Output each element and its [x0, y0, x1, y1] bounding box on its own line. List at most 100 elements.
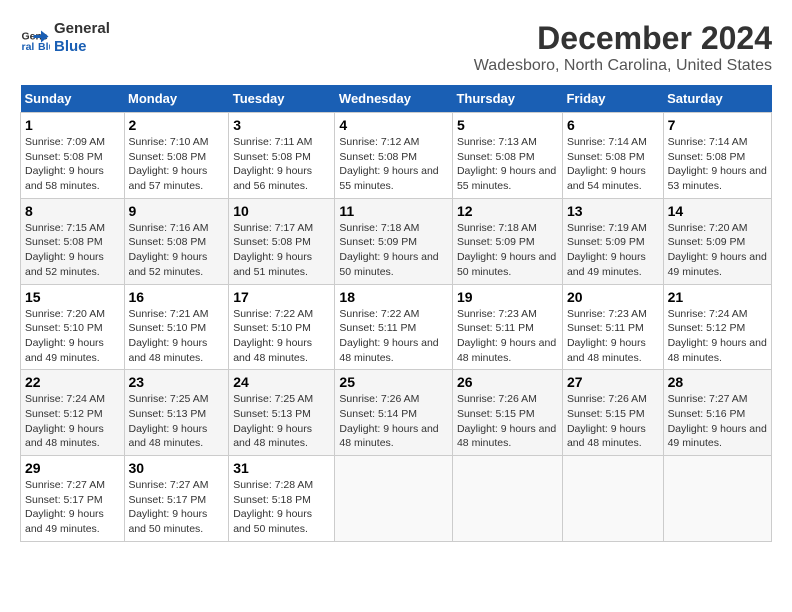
day-info: Sunrise: 7:20 AMSunset: 5:10 PMDaylight:…: [25, 307, 120, 366]
calendar-cell: 5Sunrise: 7:13 AMSunset: 5:08 PMDaylight…: [452, 113, 562, 199]
header-thursday: Thursday: [452, 85, 562, 113]
calendar-cell: 15 Sunrise: 7:20 AMSunset: 5:10 PMDayligh…: [21, 284, 125, 370]
header-tuesday: Tuesday: [229, 85, 335, 113]
day-info: Sunrise: 7:13 AMSunset: 5:08 PMDaylight:…: [457, 135, 558, 194]
day-info: Sunrise: 7:14 AMSunset: 5:08 PMDaylight:…: [567, 135, 659, 194]
calendar-week-row: 29 Sunrise: 7:27 AMSunset: 5:17 PMDayligh…: [21, 456, 772, 542]
day-number: 28: [668, 374, 767, 390]
calendar-cell: 30 Sunrise: 7:27 AMSunset: 5:17 PMDayligh…: [124, 456, 229, 542]
calendar-week-row: 22 Sunrise: 7:24 AMSunset: 5:12 PMDayligh…: [21, 370, 772, 456]
day-number: 23: [129, 374, 225, 390]
day-info: Sunrise: 7:18 AMSunset: 5:09 PMDaylight:…: [339, 221, 448, 280]
day-info: Sunrise: 7:12 AMSunset: 5:08 PMDaylight:…: [339, 135, 448, 194]
day-info: Sunrise: 7:23 AMSunset: 5:11 PMDaylight:…: [567, 307, 659, 366]
header-friday: Friday: [562, 85, 663, 113]
day-info: Sunrise: 7:20 AMSunset: 5:09 PMDaylight:…: [668, 221, 767, 280]
calendar-cell: 7 Sunrise: 7:14 AMSunset: 5:08 PMDaylight…: [663, 113, 771, 199]
calendar-table: SundayMondayTuesdayWednesdayThursdayFrid…: [20, 85, 772, 542]
day-number: 3: [233, 117, 330, 133]
day-number: 26: [457, 374, 558, 390]
day-number: 29: [25, 460, 120, 476]
calendar-cell: 23 Sunrise: 7:25 AMSunset: 5:13 PMDayligh…: [124, 370, 229, 456]
day-number: 8: [25, 203, 120, 219]
day-info: Sunrise: 7:15 AMSunset: 5:08 PMDaylight:…: [25, 221, 120, 280]
day-info: Sunrise: 7:27 AMSunset: 5:17 PMDaylight:…: [129, 478, 225, 537]
calendar-week-row: 8 Sunrise: 7:15 AMSunset: 5:08 PMDaylight…: [21, 198, 772, 284]
calendar-cell: 20 Sunrise: 7:23 AMSunset: 5:11 PMDayligh…: [562, 284, 663, 370]
day-number: 6: [567, 117, 659, 133]
day-info: Sunrise: 7:17 AMSunset: 5:08 PMDaylight:…: [233, 221, 330, 280]
day-number: 31: [233, 460, 330, 476]
day-info: Sunrise: 7:22 AMSunset: 5:11 PMDaylight:…: [339, 307, 448, 366]
day-info: Sunrise: 7:25 AMSunset: 5:13 PMDaylight:…: [233, 392, 330, 451]
header-saturday: Saturday: [663, 85, 771, 113]
day-info: Sunrise: 7:24 AMSunset: 5:12 PMDaylight:…: [668, 307, 767, 366]
logo-line2: Blue: [54, 38, 110, 56]
day-number: 4: [339, 117, 448, 133]
calendar-cell: 22 Sunrise: 7:24 AMSunset: 5:12 PMDayligh…: [21, 370, 125, 456]
calendar-cell: 21 Sunrise: 7:24 AMSunset: 5:12 PMDayligh…: [663, 284, 771, 370]
calendar-cell: 26 Sunrise: 7:26 AMSunset: 5:15 PMDayligh…: [452, 370, 562, 456]
day-info: Sunrise: 7:10 AMSunset: 5:08 PMDaylight:…: [129, 135, 225, 194]
day-info: Sunrise: 7:25 AMSunset: 5:13 PMDaylight:…: [129, 392, 225, 451]
day-info: Sunrise: 7:27 AMSunset: 5:16 PMDaylight:…: [668, 392, 767, 451]
day-info: Sunrise: 7:19 AMSunset: 5:09 PMDaylight:…: [567, 221, 659, 280]
header: Gene ral Blue General Blue December 2024…: [20, 20, 772, 75]
header-monday: Monday: [124, 85, 229, 113]
day-number: 30: [129, 460, 225, 476]
day-info: Sunrise: 7:26 AMSunset: 5:14 PMDaylight:…: [339, 392, 448, 451]
calendar-cell: 13Sunrise: 7:19 AMSunset: 5:09 PMDayligh…: [562, 198, 663, 284]
calendar-cell: [663, 456, 771, 542]
day-number: 7: [668, 117, 767, 133]
day-number: 2: [129, 117, 225, 133]
calendar-cell: 18 Sunrise: 7:22 AMSunset: 5:11 PMDayligh…: [335, 284, 453, 370]
day-number: 15: [25, 289, 120, 305]
calendar-cell: 8 Sunrise: 7:15 AMSunset: 5:08 PMDaylight…: [21, 198, 125, 284]
day-number: 27: [567, 374, 659, 390]
day-info: Sunrise: 7:26 AMSunset: 5:15 PMDaylight:…: [457, 392, 558, 451]
calendar-header-row: SundayMondayTuesdayWednesdayThursdayFrid…: [21, 85, 772, 113]
calendar-cell: 10 Sunrise: 7:17 AMSunset: 5:08 PMDayligh…: [229, 198, 335, 284]
svg-text:ral: ral: [22, 41, 35, 53]
calendar-week-row: 15 Sunrise: 7:20 AMSunset: 5:10 PMDayligh…: [21, 284, 772, 370]
calendar-cell: 11 Sunrise: 7:18 AMSunset: 5:09 PMDayligh…: [335, 198, 453, 284]
calendar-cell: 6 Sunrise: 7:14 AMSunset: 5:08 PMDaylight…: [562, 113, 663, 199]
logo-icon: Gene ral Blue: [20, 23, 50, 53]
calendar-cell: 9Sunrise: 7:16 AMSunset: 5:08 PMDaylight…: [124, 198, 229, 284]
day-info: Sunrise: 7:11 AMSunset: 5:08 PMDaylight:…: [233, 135, 330, 194]
calendar-cell: 12 Sunrise: 7:18 AMSunset: 5:09 PMDayligh…: [452, 198, 562, 284]
day-number: 12: [457, 203, 558, 219]
day-number: 17: [233, 289, 330, 305]
calendar-cell: 25Sunrise: 7:26 AMSunset: 5:14 PMDayligh…: [335, 370, 453, 456]
day-info: Sunrise: 7:23 AMSunset: 5:11 PMDaylight:…: [457, 307, 558, 366]
calendar-cell: 27 Sunrise: 7:26 AMSunset: 5:15 PMDayligh…: [562, 370, 663, 456]
calendar-cell: 4 Sunrise: 7:12 AMSunset: 5:08 PMDaylight…: [335, 113, 453, 199]
day-number: 24: [233, 374, 330, 390]
logo: Gene ral Blue General Blue: [20, 20, 110, 56]
day-number: 10: [233, 203, 330, 219]
svg-text:Blue: Blue: [38, 41, 50, 53]
day-info: Sunrise: 7:21 AMSunset: 5:10 PMDaylight:…: [129, 307, 225, 366]
calendar-cell: 31 Sunrise: 7:28 AMSunset: 5:18 PMDayligh…: [229, 456, 335, 542]
calendar-cell: 24 Sunrise: 7:25 AMSunset: 5:13 PMDayligh…: [229, 370, 335, 456]
calendar-cell: [335, 456, 453, 542]
calendar-week-row: 1Sunrise: 7:09 AMSunset: 5:08 PMDaylight…: [21, 113, 772, 199]
calendar-cell: 29Sunrise: 7:27 AMSunset: 5:17 PMDayligh…: [21, 456, 125, 542]
day-info: Sunrise: 7:26 AMSunset: 5:15 PMDaylight:…: [567, 392, 659, 451]
day-number: 21: [668, 289, 767, 305]
day-info: Sunrise: 7:24 AMSunset: 5:12 PMDaylight:…: [25, 392, 120, 451]
day-number: 20: [567, 289, 659, 305]
day-info: Sunrise: 7:22 AMSunset: 5:10 PMDaylight:…: [233, 307, 330, 366]
day-number: 11: [339, 203, 448, 219]
calendar-cell: [562, 456, 663, 542]
header-wednesday: Wednesday: [335, 85, 453, 113]
logo-line1: General: [54, 20, 110, 38]
calendar-cell: 2 Sunrise: 7:10 AMSunset: 5:08 PMDaylight…: [124, 113, 229, 199]
day-number: 1: [25, 117, 120, 133]
day-number: 22: [25, 374, 120, 390]
day-info: Sunrise: 7:18 AMSunset: 5:09 PMDaylight:…: [457, 221, 558, 280]
day-info: Sunrise: 7:14 AMSunset: 5:08 PMDaylight:…: [668, 135, 767, 194]
day-info: Sunrise: 7:28 AMSunset: 5:18 PMDaylight:…: [233, 478, 330, 537]
day-number: 16: [129, 289, 225, 305]
day-number: 18: [339, 289, 448, 305]
